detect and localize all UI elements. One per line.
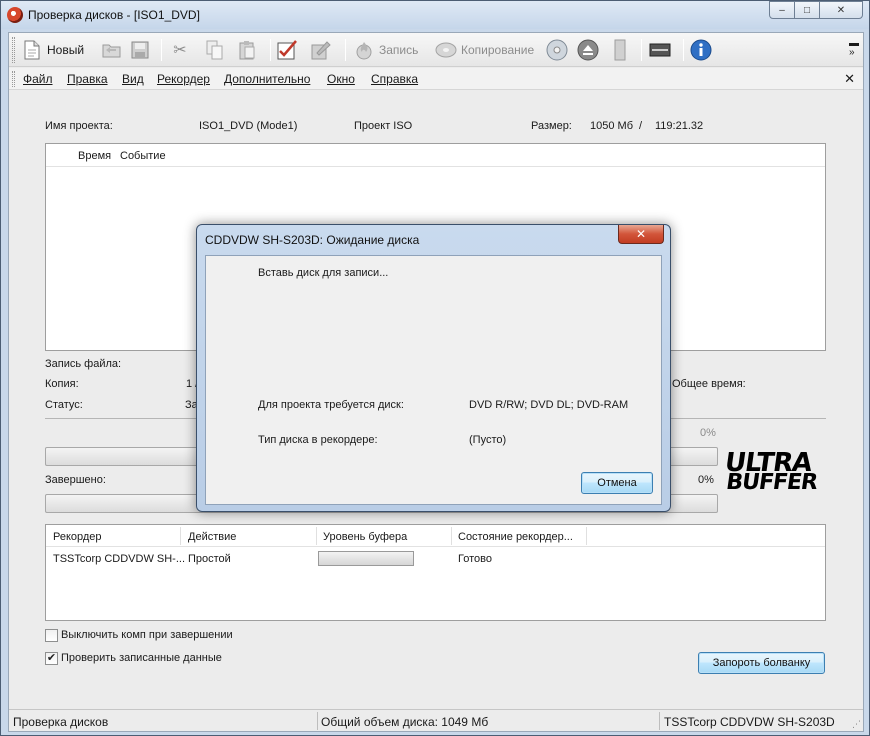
menu-window[interactable]: Окно	[327, 72, 355, 86]
recorder-list-header: Рекордер Действие Уровень буфера Состоян…	[46, 525, 825, 547]
column-recorder-state[interactable]: Состояние рекордер...	[458, 531, 573, 543]
disc-type-label: Тип диска в рекордере:	[258, 434, 378, 446]
column-action[interactable]: Действие	[188, 531, 236, 543]
disc-info-button[interactable]	[546, 37, 568, 63]
shutdown-checkbox[interactable]	[45, 629, 58, 642]
column-time[interactable]: Время	[78, 150, 111, 162]
maximize-button[interactable]: □	[794, 1, 820, 19]
status-disk-size: Общий объем диска: 1049 Мб	[321, 715, 489, 729]
resize-grip-icon[interactable]: ⋰	[852, 719, 861, 730]
copy-disc-icon	[435, 39, 457, 61]
recorder-list[interactable]: Рекордер Действие Уровень буфера Состоян…	[45, 524, 826, 621]
cover-button[interactable]	[309, 37, 331, 63]
window-controls: – □ ✕	[769, 1, 863, 19]
total-time-label: Общее время:	[672, 378, 746, 390]
required-disc-value: DVD R/RW; DVD DL; DVD-RAM	[469, 399, 629, 411]
copy-disc-button[interactable]: Копирование	[435, 37, 534, 63]
time-value: 119:21.32	[655, 120, 704, 132]
recorder-icon	[609, 39, 631, 61]
menu-extras[interactable]: Дополнительно	[224, 72, 310, 86]
size-separator: /	[639, 120, 643, 132]
nero-app-icon	[7, 7, 23, 23]
burn-button[interactable]: Запись	[353, 37, 418, 63]
column-event[interactable]: Событие	[120, 150, 166, 162]
progress-2-percent: 0%	[698, 474, 714, 486]
status-recorder: TSSTcorp CDDVDW SH-S203D	[664, 715, 835, 729]
column-buffer-level[interactable]: Уровень буфера	[323, 531, 407, 543]
compilation-check-icon	[276, 39, 298, 61]
status-left: Проверка дисков	[13, 715, 109, 729]
open-button[interactable]	[101, 37, 123, 63]
scissors-icon: ✂	[173, 42, 187, 59]
open-icon	[101, 39, 123, 61]
menu-help[interactable]: Справка	[371, 72, 418, 86]
recorder-action: Простой	[188, 553, 231, 565]
copy-button[interactable]	[204, 37, 226, 63]
eject-icon	[577, 39, 599, 61]
dialog-close-button[interactable]: ✕	[618, 225, 664, 244]
size-value: 1050 Мб	[590, 120, 633, 132]
eject-button[interactable]	[577, 37, 599, 63]
about-button[interactable]	[690, 37, 712, 63]
verify-checkbox[interactable]: ✔	[45, 652, 58, 665]
completed-label: Завершено:	[45, 474, 106, 486]
disc-icon	[546, 39, 568, 61]
menu-grip[interactable]	[12, 71, 15, 87]
required-disc-label: Для проекта требуется диск:	[258, 399, 404, 411]
toolbar: Новый ✂ Запись Копирование ▬ »	[9, 33, 863, 67]
menu-view[interactable]: Вид	[122, 72, 144, 86]
cut-button[interactable]: ✂	[169, 37, 191, 63]
project-name-value: ISO1_DVD (Mode1)	[199, 120, 298, 132]
paste-button[interactable]	[236, 37, 258, 63]
insert-disc-message: Вставь диск для записи...	[258, 267, 389, 279]
column-recorder[interactable]: Рекордер	[53, 531, 102, 543]
recorder-state: Готово	[458, 553, 492, 565]
drive-button[interactable]	[649, 37, 671, 63]
event-list-header: Время Событие	[46, 144, 825, 167]
toolbar-grip[interactable]	[12, 37, 15, 63]
paste-clipboard-icon	[236, 39, 258, 61]
status-bar: Проверка дисков Общий объем диска: 1049 …	[9, 709, 863, 731]
recorder-button[interactable]	[609, 37, 631, 63]
file-writing-label: Запись файла:	[45, 358, 122, 370]
cover-design-icon	[309, 39, 331, 61]
compilation-button[interactable]	[276, 37, 298, 63]
minimize-button[interactable]: –	[769, 1, 795, 19]
dialog-body: Вставь диск для записи... Для проекта тр…	[205, 255, 662, 505]
recorder-name: TSSTcorp CDDVDW SH-...	[53, 553, 186, 565]
project-type-value: Проект ISO	[354, 120, 413, 132]
save-button[interactable]	[129, 37, 151, 63]
cancel-button[interactable]: Отмена	[581, 472, 653, 494]
burn-disc-button[interactable]: Запороть болванку	[698, 652, 825, 674]
menu-edit[interactable]: Правка	[67, 72, 108, 86]
copy-label: Копия:	[45, 378, 79, 390]
new-document-icon	[21, 39, 43, 61]
save-disk-icon	[129, 39, 151, 61]
close-window-button[interactable]: ✕	[819, 1, 863, 19]
dialog-title: CDDVDW SH-S203D: Ожидание диска	[205, 233, 420, 247]
ultrabuffer-logo: ULTRA BUFFER	[722, 448, 819, 495]
size-label: Размер:	[531, 120, 572, 132]
copy-icon	[204, 39, 226, 61]
project-name-label: Имя проекта:	[45, 120, 113, 132]
close-document-icon[interactable]: ✕	[844, 71, 855, 87]
title-bar[interactable]: Проверка дисков - [ISO1_DVD] – □ ✕	[1, 1, 869, 29]
buffer-level-bar	[318, 551, 414, 566]
status-label: Статус:	[45, 399, 83, 411]
info-icon	[690, 39, 712, 61]
progress-1-percent: 0%	[700, 427, 716, 439]
waiting-for-disc-dialog: CDDVDW SH-S203D: Ожидание диска ✕ Вставь…	[196, 224, 671, 512]
new-button[interactable]: Новый	[21, 37, 84, 63]
burn-fire-icon	[353, 39, 375, 61]
menu-recorder[interactable]: Рекордер	[157, 72, 210, 86]
window-title: Проверка дисков - [ISO1_DVD]	[28, 8, 200, 22]
menu-file[interactable]: Файл	[23, 72, 53, 86]
shutdown-label[interactable]: Выключить комп при завершении	[61, 629, 233, 641]
verify-label[interactable]: Проверить записанные данные	[61, 652, 222, 664]
drive-icon	[649, 39, 671, 61]
menu-bar: Файл Правка Вид Рекордер Дополнительно О…	[9, 68, 863, 90]
disc-type-value: (Пусто)	[469, 434, 507, 446]
toolbar-overflow-icon[interactable]: ▬»	[849, 39, 859, 58]
